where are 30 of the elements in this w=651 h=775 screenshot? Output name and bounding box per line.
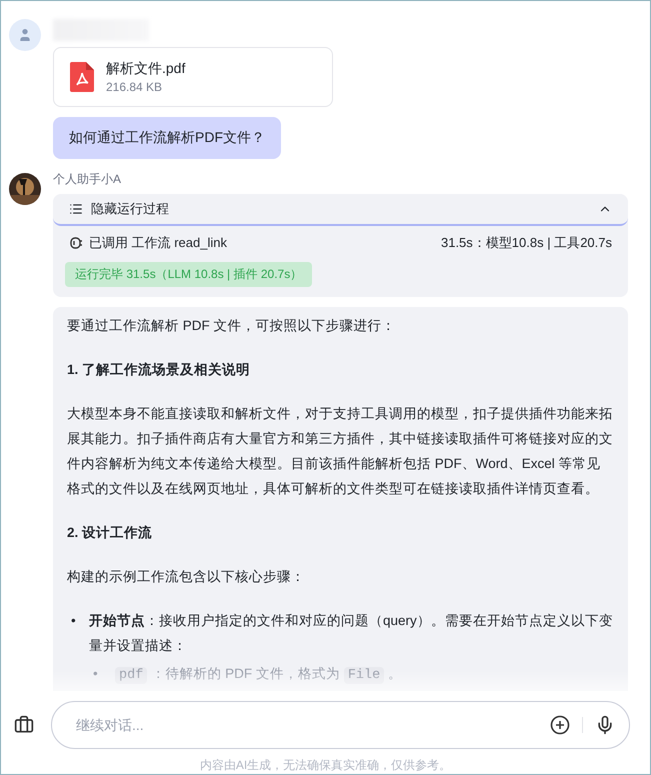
disclaimer: 内容由AI生成，无法确保真实准确，仅供参考。 (198, 757, 452, 774)
timing-text: 31.5s：模型10.8s | 工具20.7s (440, 234, 612, 252)
section-heading: 2. 设计工作流 (67, 524, 154, 542)
inline-code: File (344, 667, 384, 684)
bullet-marker: • (93, 665, 99, 683)
add-icon (550, 715, 570, 735)
file-name: 解析文件.pdf (106, 60, 186, 78)
message-input[interactable]: 继续对话... (74, 716, 538, 734)
message-field[interactable]: 继续对话... (51, 701, 630, 749)
paragraph: 大模型本身不能直接读取和解析文件，对于支持工具调用的模型，扣子提供插件功能来拓展其能力。扣子插件商店有大量官方和第三方插件，其中链接读取插件可将链接对应的文件内容解析为纯文本传递给大模型。目前该插件能解析包括 PDF、Word、Excel 等常见格式的文件以及在线网页地址，具体可解析的文件类型可在链接读取插件详情页查看。 (67, 405, 614, 498)
paragraph: 构建的示例工作流包含以下核心步骤： (67, 568, 306, 586)
list-text: ：待解析的 PDF 文件，格式为 (151, 666, 340, 681)
call-label: 已调用 工作流 read_link (89, 234, 227, 252)
plugin-icon (69, 236, 83, 250)
inline-code: pdf (115, 667, 148, 684)
add-button[interactable] (550, 715, 570, 735)
bot-name: 个人助手小A (53, 171, 122, 188)
paragraph: 要通过工作流解析 PDF 文件，可按照以下步骤进行： (67, 317, 397, 335)
file-card[interactable]: 解析文件.pdf 216.84 KB (53, 47, 333, 107)
section-heading: 1. 了解工作流场景及相关说明 (67, 361, 252, 379)
bullet-marker: • (71, 612, 77, 630)
pdf-file-icon (70, 62, 94, 92)
file-size: 216.84 KB (106, 80, 164, 94)
status-badge: 运行完毕 31.5s（LLM 10.8s | 插件 20.7s） (65, 262, 312, 287)
user-message: 如何通过工作流解析PDF文件？ (53, 117, 281, 159)
user-avatar (9, 19, 41, 51)
list-text: 。 (388, 666, 402, 681)
list-icon (69, 202, 83, 216)
bullet-text: 开始节点：接收用户指定的文件和对应的问题（query）。需要在开始节点定义以下变量并设置描述： (89, 612, 614, 655)
toggle-label: 隐藏运行过程 (91, 200, 169, 218)
